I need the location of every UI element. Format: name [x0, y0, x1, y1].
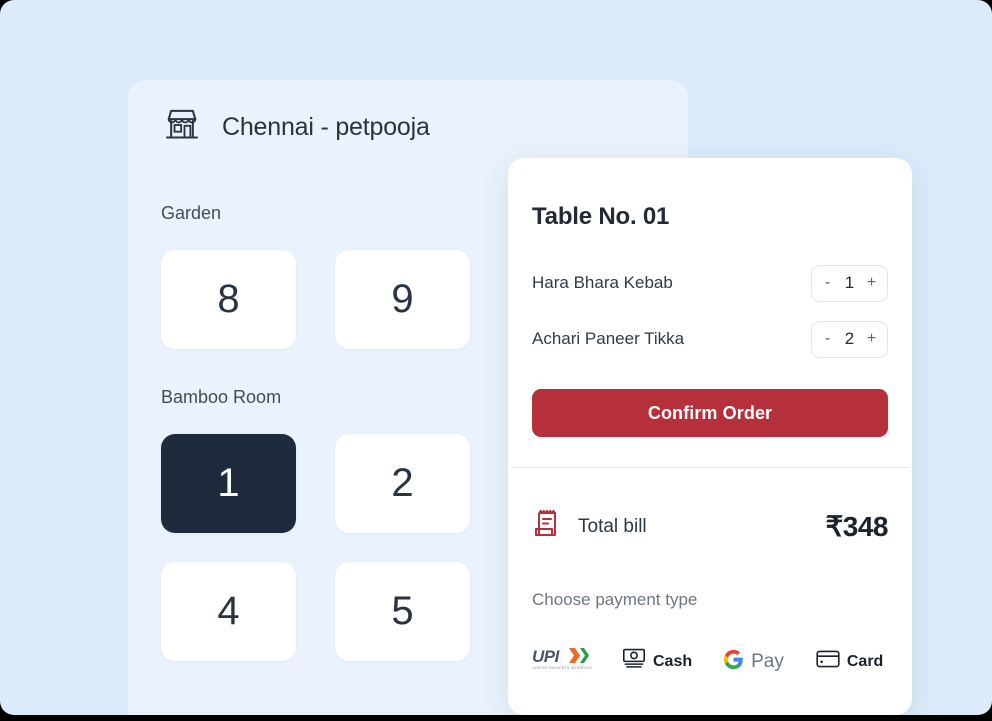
- payment-option-label: Cash: [653, 653, 692, 671]
- table-number: 2: [391, 461, 413, 506]
- table-card-8[interactable]: 8: [161, 250, 296, 349]
- total-bill-amount: ₹348: [825, 510, 888, 543]
- confirm-order-button[interactable]: Confirm Order: [532, 389, 888, 437]
- payment-option-label: Card: [847, 653, 883, 671]
- credit-card-icon: [816, 649, 840, 674]
- table-number: 9: [391, 277, 413, 322]
- quantity-value: 2: [845, 329, 855, 349]
- quantity-stepper[interactable]: - 1 +: [811, 265, 888, 302]
- table-card-2[interactable]: 2: [335, 434, 470, 533]
- total-bill-row: Total bill ₹348: [532, 508, 888, 545]
- increment-button[interactable]: +: [866, 330, 878, 348]
- quantity-stepper[interactable]: - 2 +: [811, 321, 888, 358]
- table-card-1[interactable]: 1: [161, 434, 296, 533]
- upi-icon: UPI UNIFIED PAYMENTS INTERFACE: [532, 646, 594, 677]
- table-card-5[interactable]: 5: [335, 562, 470, 661]
- table-number: 5: [391, 589, 413, 634]
- order-item-row: Hara Bhara Kebab - 1 +: [532, 265, 888, 301]
- order-title: Table No. 01: [532, 203, 669, 231]
- decrement-button[interactable]: -: [822, 274, 834, 292]
- payment-option-label: Pay: [751, 651, 784, 673]
- table-card-4[interactable]: 4: [161, 562, 296, 661]
- svg-text:UNIFIED PAYMENTS INTERFACE: UNIFIED PAYMENTS INTERFACE: [533, 666, 593, 670]
- banknote-icon: [622, 648, 646, 675]
- table-number: 1: [217, 461, 239, 506]
- table-card-9[interactable]: 9: [335, 250, 470, 349]
- venue-name: Chennai - petpooja: [222, 113, 430, 142]
- payment-option-cash[interactable]: Cash: [622, 648, 692, 675]
- decrement-button[interactable]: -: [822, 330, 834, 348]
- quantity-value: 1: [845, 273, 855, 293]
- order-panel: Table No. 01 Hara Bhara Kebab - 1 + Acha…: [508, 158, 912, 715]
- total-bill-label: Total bill: [578, 516, 647, 538]
- payment-option-upi[interactable]: UPI UNIFIED PAYMENTS INTERFACE: [532, 646, 594, 677]
- screen-root: Chennai - petpooja Garden Bamboo Room 8 …: [0, 0, 992, 721]
- order-item-name: Achari Paneer Tikka: [532, 329, 684, 349]
- payment-options: UPI UNIFIED PAYMENTS INTERFACE: [532, 646, 892, 677]
- google-g-icon: [723, 649, 744, 675]
- svg-text:UPI: UPI: [532, 647, 561, 666]
- order-item-name: Hara Bhara Kebab: [532, 273, 673, 293]
- payment-prompt: Choose payment type: [532, 590, 697, 610]
- section-label-bamboo: Bamboo Room: [161, 387, 281, 408]
- venue-header: Chennai - petpooja: [162, 105, 430, 150]
- payment-option-card[interactable]: Card: [816, 649, 883, 674]
- section-label-garden: Garden: [161, 203, 221, 224]
- storefront-icon: [162, 105, 202, 150]
- increment-button[interactable]: +: [866, 274, 878, 292]
- section-divider: [511, 467, 909, 468]
- payment-option-gpay[interactable]: Pay: [723, 649, 784, 675]
- order-item-row: Achari Paneer Tikka - 2 +: [532, 321, 888, 357]
- table-number: 8: [217, 277, 239, 322]
- table-number: 4: [217, 589, 239, 634]
- app-stage: Chennai - petpooja Garden Bamboo Room 8 …: [0, 0, 992, 715]
- receipt-icon: [532, 508, 562, 545]
